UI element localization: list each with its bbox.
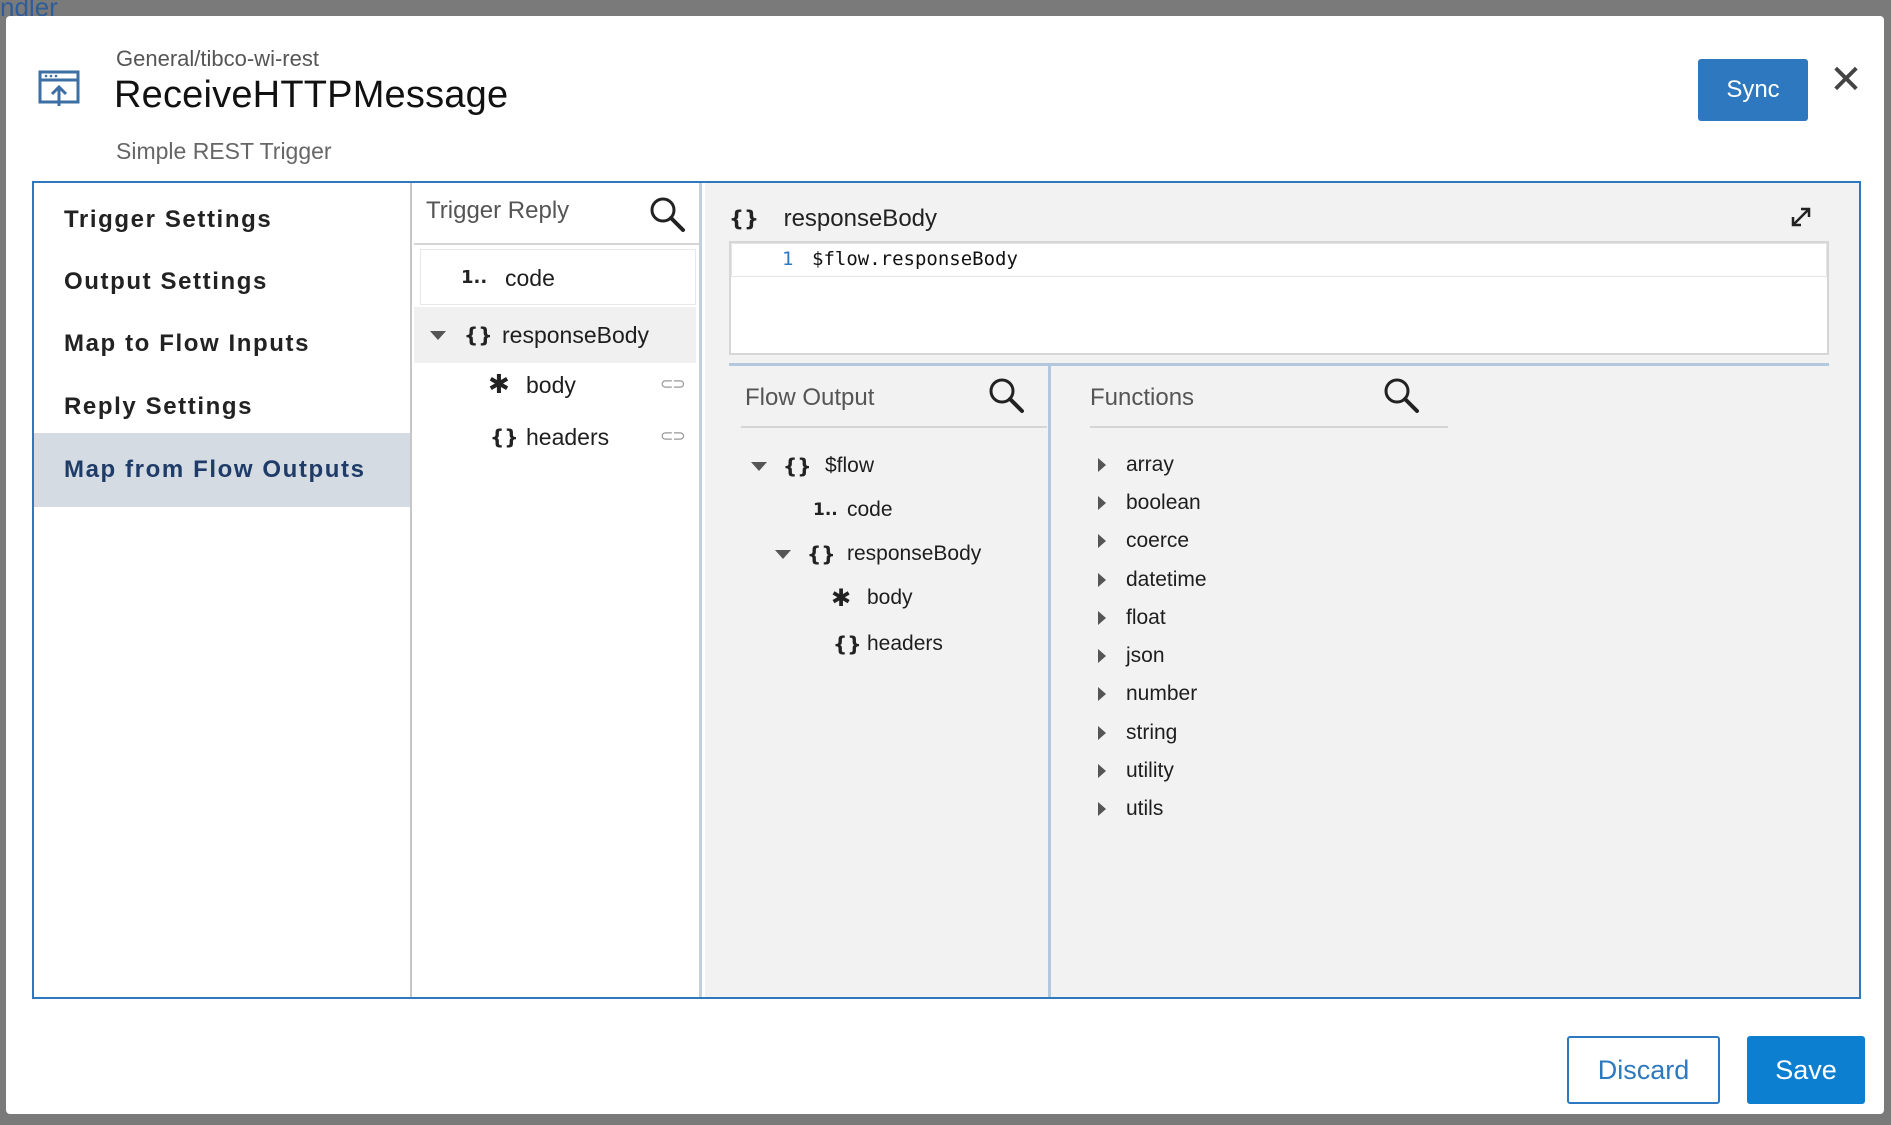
function-group-number[interactable]: number [1094,675,1394,713]
expression-editor[interactable]: 1 $flow.responseBody [729,241,1829,355]
chevron-right-icon[interactable] [1098,687,1106,701]
flow-item-flow[interactable]: {} $flow [741,444,1041,488]
trigger-reply-header: Trigger Reply [414,183,699,245]
link-icon[interactable]: ⊂⊃ [660,357,686,413]
reply-item-label: responseBody [502,322,650,348]
function-group-string[interactable]: string [1094,714,1394,752]
object-type-icon: {} [490,425,519,449]
flow-item-label: $flow [825,454,875,477]
chevron-down-icon[interactable] [751,462,767,471]
flow-output-header: Flow Output [741,366,1047,428]
search-icon[interactable] [1382,376,1420,414]
function-group-array[interactable]: array [1094,446,1394,484]
object-type-icon: {} [833,632,862,656]
line-number: 1 [782,248,794,270]
settings-panel: Trigger Settings Output Settings Map to … [32,181,1861,999]
function-group-label: boolean [1126,491,1201,514]
page-title: ReceiveHTTPMessage [114,74,509,116]
chevron-right-icon[interactable] [1098,573,1106,587]
editor-line[interactable]: 1 $flow.responseBody [731,243,1827,277]
function-group-label: json [1126,644,1165,667]
function-group-json[interactable]: json [1094,637,1394,675]
object-type-icon: {} [783,454,812,478]
search-icon[interactable] [987,376,1025,414]
chevron-right-icon[interactable] [1098,649,1106,663]
reply-item-label: headers [526,424,610,450]
reply-item-label: body [526,372,576,398]
chevron-down-icon[interactable] [430,331,446,340]
nav-item-map-from-flow-outputs[interactable]: Map from Flow Outputs [34,433,410,507]
trigger-reply-title: Trigger Reply [426,197,570,224]
function-group-float[interactable]: float [1094,599,1394,637]
flow-output-panel: Flow Output {} $flow 1.. code {} respons… [705,366,1051,997]
functions-panel: Functions array boolean coerce datetime … [1054,366,1859,997]
save-button[interactable]: Save [1747,1036,1865,1104]
flow-item-label: responseBody [847,542,982,565]
function-group-label: coerce [1126,529,1190,552]
discard-button[interactable]: Discard [1567,1036,1720,1104]
reply-item-headers[interactable]: {} headers ⊂⊃ [414,409,696,465]
function-group-datetime[interactable]: datetime [1094,561,1394,599]
any-type-icon: ✱ [831,584,852,612]
functions-title: Functions [1090,384,1195,411]
flow-item-label: headers [867,632,943,655]
sync-button[interactable]: Sync [1698,59,1808,121]
functions-header: Functions [1090,366,1448,428]
reply-item-responsebody[interactable]: {} responseBody [414,307,696,363]
object-type-icon: {} [729,207,759,231]
function-group-label: number [1126,682,1198,705]
page-subtitle: Simple REST Trigger [116,138,332,164]
chevron-right-icon[interactable] [1098,458,1106,472]
function-group-utility[interactable]: utility [1094,752,1394,790]
chevron-right-icon[interactable] [1098,611,1106,625]
function-group-label: array [1126,453,1174,476]
chevron-right-icon[interactable] [1098,802,1106,816]
expression-code[interactable]: $flow.responseBody [812,248,1018,270]
any-type-icon: ✱ [488,370,510,400]
flow-item-body[interactable]: ✱ body [741,576,1041,620]
flow-item-label: body [867,586,913,609]
function-group-label: utility [1126,759,1174,782]
function-group-label: string [1126,721,1178,744]
flow-output-title: Flow Output [745,384,875,411]
chevron-right-icon[interactable] [1098,764,1106,778]
reply-item-label: code [505,265,555,291]
flow-item-code[interactable]: 1.. code [741,488,1041,532]
chevron-down-icon[interactable] [775,550,791,559]
expand-icon[interactable] [1787,203,1815,231]
search-icon[interactable] [648,195,686,233]
mapping-workspace: {} responseBody 1 $flow.responseBody Flo… [705,183,1859,997]
object-type-icon: {} [807,542,836,566]
flow-item-label: code [847,498,893,521]
function-group-label: datetime [1126,568,1207,591]
settings-nav: Trigger Settings Output Settings Map to … [34,183,412,997]
chevron-right-icon[interactable] [1098,726,1106,740]
editor-title: responseBody [783,205,938,232]
link-icon[interactable]: ⊂⊃ [660,409,686,465]
trigger-config-dialog: General/tibco-wi-rest ReceiveHTTPMessage… [6,16,1884,1114]
chevron-right-icon[interactable] [1098,496,1106,510]
function-group-label: float [1126,606,1166,629]
trigger-upload-icon [38,70,80,106]
function-group-label: utils [1126,797,1164,820]
object-type-icon: {} [464,323,493,347]
chevron-right-icon[interactable] [1098,534,1106,548]
editor-header: {} responseBody [729,205,937,233]
function-group-coerce[interactable]: coerce [1094,522,1394,560]
flow-item-responsebody[interactable]: {} responseBody [741,532,1041,576]
breadcrumb: General/tibco-wi-rest [116,46,319,71]
function-group-boolean[interactable]: boolean [1094,484,1394,522]
function-group-utils[interactable]: utils [1094,790,1394,828]
trigger-reply-panel: Trigger Reply 1.. code {} responseBody ✱… [414,183,702,997]
flow-item-headers[interactable]: {} headers [741,622,1041,666]
array-type-icon: 1.. [813,500,838,520]
array-type-icon: 1.. [461,267,488,288]
reply-item-code[interactable]: 1.. code [420,249,696,305]
reply-item-body[interactable]: ✱ body ⊂⊃ [414,357,696,413]
close-icon[interactable]: ✕ [1826,60,1866,100]
